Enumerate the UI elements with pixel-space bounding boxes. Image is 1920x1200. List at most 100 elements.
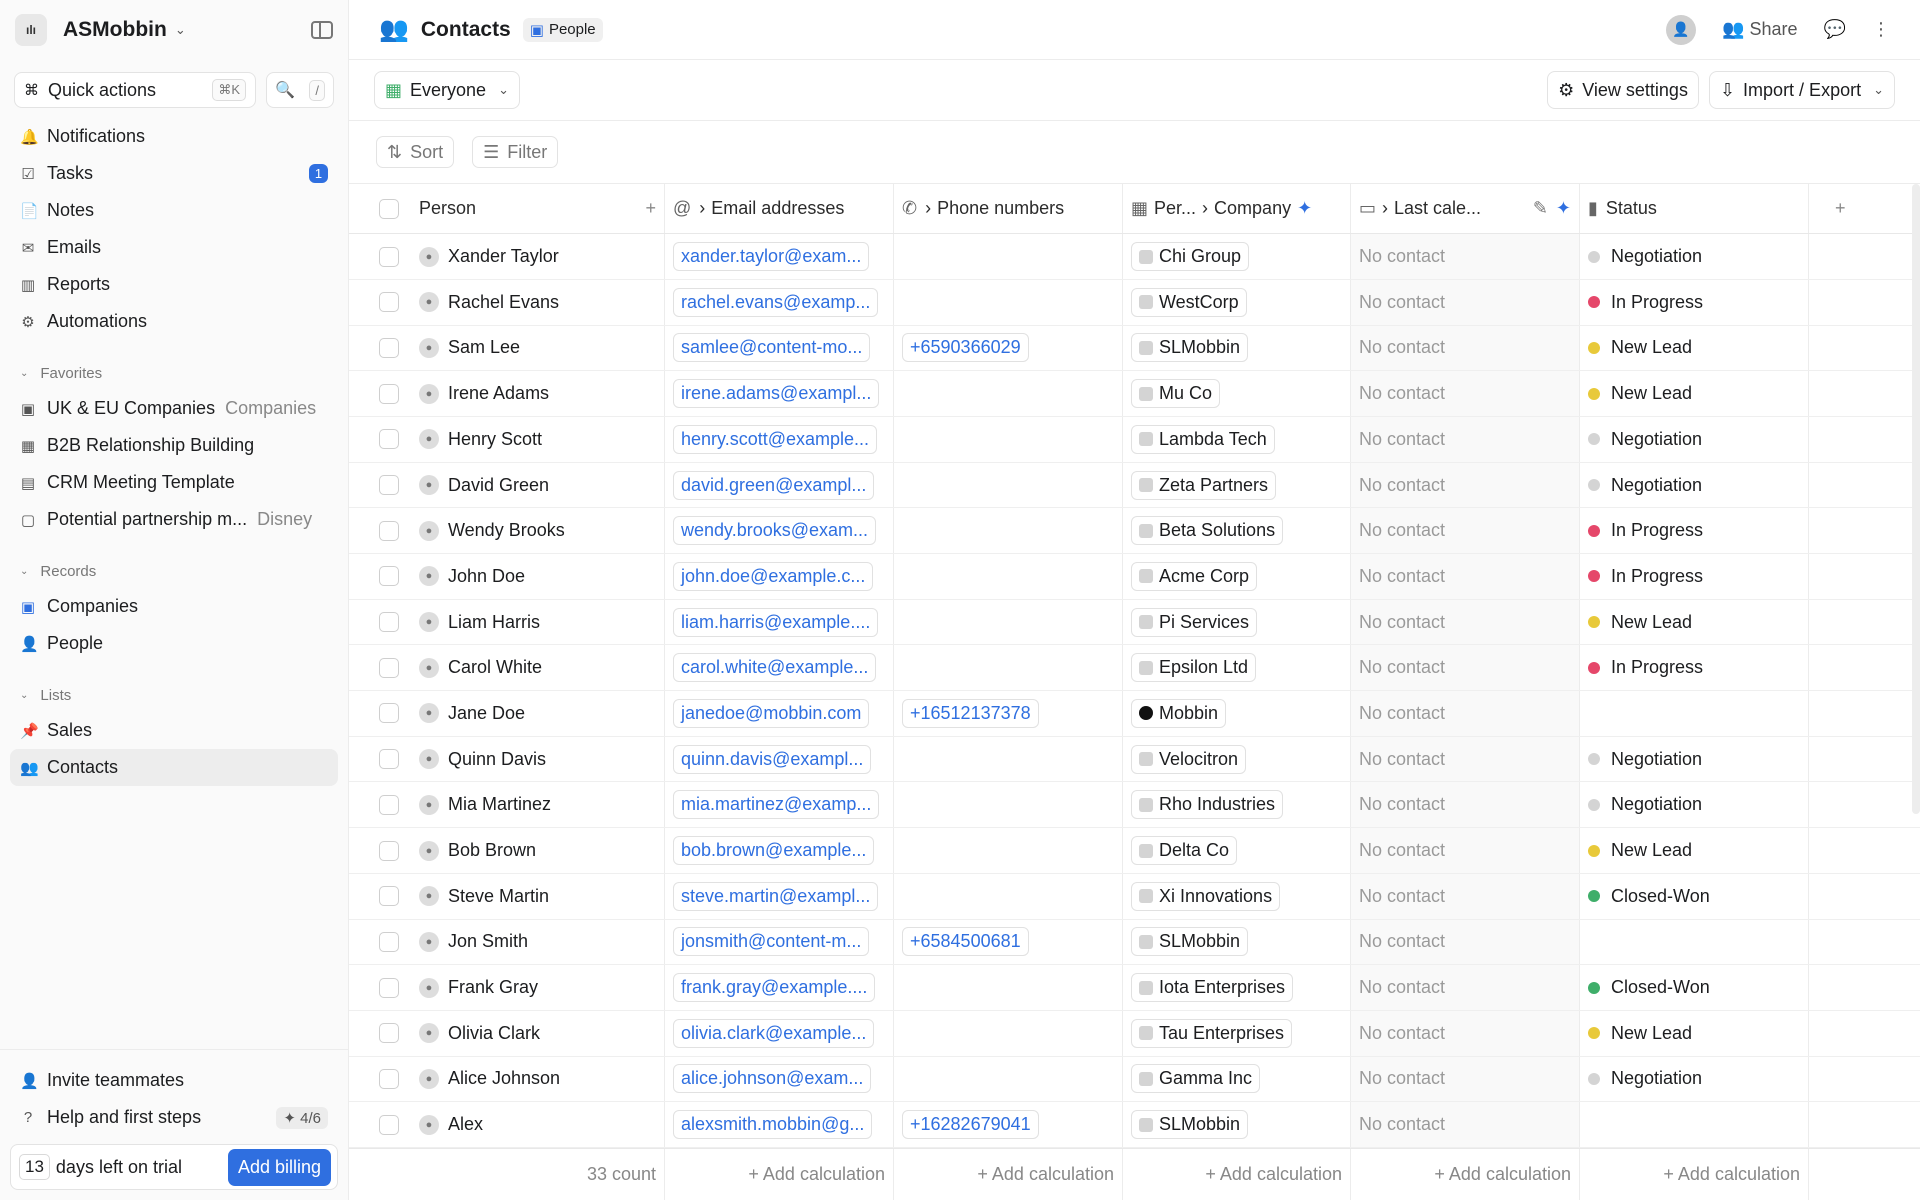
email-link[interactable]: quinn.davis@exampl...: [673, 744, 872, 774]
row-checkbox[interactable]: [379, 292, 399, 313]
cell-company[interactable]: Gamma Inc: [1123, 1056, 1351, 1102]
email-link[interactable]: janedoe@mobbin.com: [673, 698, 870, 728]
cell-status[interactable]: Closed-Won: [1580, 965, 1809, 1010]
cell-email[interactable]: liam.harris@example....: [665, 599, 894, 645]
cell-phone[interactable]: [894, 965, 1123, 1010]
email-link[interactable]: john.doe@example.c...: [673, 561, 874, 591]
cell-email[interactable]: steve.martin@exampl...: [665, 873, 894, 919]
cell-status[interactable]: Negotiation: [1580, 782, 1809, 828]
cell-status[interactable]: Closed-Won: [1580, 873, 1809, 919]
email-link[interactable]: xander.taylor@exam...: [673, 242, 870, 272]
add-person-icon[interactable]: +: [645, 198, 656, 219]
cell-phone[interactable]: [894, 782, 1123, 828]
cell-status[interactable]: New Lead: [1580, 828, 1809, 873]
cell-company[interactable]: Delta Co: [1123, 828, 1351, 873]
favorites-header[interactable]: ⌄ Favorites: [10, 356, 338, 390]
cell-phone[interactable]: [894, 554, 1123, 599]
favorites-item-0[interactable]: ▣ UK & EU Companies Companies: [10, 390, 338, 427]
object-chip[interactable]: ▣ People: [522, 17, 603, 42]
row-checkbox[interactable]: [379, 931, 399, 952]
cell-email[interactable]: quinn.davis@exampl...: [665, 736, 894, 782]
share-button[interactable]: 👥 Share: [1722, 19, 1797, 40]
table-row[interactable]: ● Liam Harris liam.harris@example.... Pi Se…: [349, 599, 1920, 646]
cell-status[interactable]: [1580, 691, 1809, 736]
email-link[interactable]: olivia.clark@example...: [673, 1018, 875, 1048]
cell-person[interactable]: ● Carol White: [349, 645, 665, 691]
cell-lastcal[interactable]: No contact: [1351, 371, 1580, 416]
cell-company[interactable]: Chi Group: [1123, 234, 1351, 279]
cell-lastcal[interactable]: No contact: [1351, 919, 1580, 965]
sort-button[interactable]: ⇅ Sort: [376, 136, 455, 169]
company-chip[interactable]: Tau Enterprises: [1131, 1018, 1293, 1048]
cell-status[interactable]: Negotiation: [1580, 1056, 1809, 1102]
table-row[interactable]: ● Alex alexsmith.mobbin@g... +16282679041 SL…: [349, 1102, 1920, 1148]
cell-lastcal[interactable]: No contact: [1351, 828, 1580, 873]
cell-company[interactable]: Xi Innovations: [1123, 873, 1351, 919]
row-checkbox[interactable]: [379, 886, 399, 907]
cell-email[interactable]: irene.adams@exampl...: [665, 371, 894, 416]
cell-person[interactable]: ● Irene Adams: [349, 371, 665, 416]
cell-email[interactable]: alexsmith.mobbin@g...: [665, 1102, 894, 1147]
add-billing-button[interactable]: Add billing: [227, 1148, 331, 1186]
email-link[interactable]: liam.harris@example....: [673, 607, 879, 637]
cell-phone[interactable]: [894, 873, 1123, 919]
table-row[interactable]: ● Jane Doe janedoe@mobbin.com +16512137378 M…: [349, 691, 1920, 737]
vertical-scrollbar[interactable]: [1912, 184, 1920, 815]
cell-person[interactable]: ● Quinn Davis: [349, 736, 665, 782]
cell-person[interactable]: ● Alex: [349, 1102, 665, 1147]
table-row[interactable]: ● Carol White carol.white@example... Epsilo…: [349, 645, 1920, 692]
company-chip[interactable]: Zeta Partners: [1131, 470, 1277, 500]
cell-lastcal[interactable]: No contact: [1351, 736, 1580, 782]
cell-lastcal[interactable]: No contact: [1351, 645, 1580, 691]
cell-company[interactable]: SLMobbin: [1123, 325, 1351, 371]
cell-company[interactable]: Iota Enterprises: [1123, 965, 1351, 1010]
cell-status[interactable]: In Progress: [1580, 279, 1809, 325]
cell-person[interactable]: ● David Green: [349, 462, 665, 508]
cell-person[interactable]: ● Frank Gray: [349, 965, 665, 1010]
table-row[interactable]: ● John Doe john.doe@example.c... Acme Corp N…: [349, 554, 1920, 600]
cell-phone[interactable]: +16512137378: [894, 691, 1123, 736]
cell-status[interactable]: Negotiation: [1580, 736, 1809, 782]
email-link[interactable]: carol.white@example...: [673, 653, 877, 683]
company-chip[interactable]: Iota Enterprises: [1131, 973, 1294, 1003]
add-column-button[interactable]: +: [1809, 184, 1920, 233]
cell-company[interactable]: Epsilon Ltd: [1123, 645, 1351, 691]
company-chip[interactable]: SLMobbin: [1131, 333, 1249, 363]
email-link[interactable]: henry.scott@example...: [673, 424, 878, 454]
company-chip[interactable]: Chi Group: [1131, 242, 1250, 272]
cell-lastcal[interactable]: No contact: [1351, 508, 1580, 554]
cell-email[interactable]: henry.scott@example...: [665, 416, 894, 462]
company-chip[interactable]: Epsilon Ltd: [1131, 653, 1257, 683]
table-row[interactable]: ● Steve Martin steve.martin@exampl... Xi In…: [349, 873, 1920, 920]
row-checkbox[interactable]: [379, 475, 399, 496]
cell-email[interactable]: jonsmith@content-m...: [665, 919, 894, 965]
company-chip[interactable]: Velocitron: [1131, 744, 1247, 774]
lists-header[interactable]: ⌄ Lists: [10, 678, 338, 712]
col-company[interactable]: ▦ Per... › Company ✦: [1123, 184, 1351, 234]
company-chip[interactable]: Beta Solutions: [1131, 516, 1284, 546]
cell-email[interactable]: wendy.brooks@exam...: [665, 508, 894, 554]
cell-phone[interactable]: [894, 508, 1123, 554]
help-first-steps[interactable]: ? Help and first steps ✦ 4/6: [10, 1099, 338, 1136]
nav-notes[interactable]: 📄 Notes: [10, 192, 338, 229]
company-chip[interactable]: Lambda Tech: [1131, 424, 1275, 454]
cell-phone[interactable]: [894, 645, 1123, 691]
cell-company[interactable]: Pi Services: [1123, 599, 1351, 645]
row-checkbox[interactable]: [379, 1068, 399, 1089]
row-checkbox[interactable]: [379, 612, 399, 633]
table-row[interactable]: ● Quinn Davis quinn.davis@exampl... Velocit…: [349, 736, 1920, 783]
cell-person[interactable]: ● Jane Doe: [349, 691, 665, 736]
cell-email[interactable]: samlee@content-mo...: [665, 325, 894, 371]
company-chip[interactable]: Mu Co: [1131, 379, 1221, 409]
cell-status[interactable]: In Progress: [1580, 554, 1809, 599]
cell-lastcal[interactable]: No contact: [1351, 965, 1580, 1010]
cell-company[interactable]: Mobbin: [1123, 691, 1351, 736]
cell-status[interactable]: In Progress: [1580, 645, 1809, 691]
cell-person[interactable]: ● Olivia Clark: [349, 1010, 665, 1056]
col-lastcal[interactable]: ▭ › Last cale... ✎ ✦: [1351, 184, 1580, 234]
row-checkbox[interactable]: [379, 520, 399, 541]
email-link[interactable]: bob.brown@example...: [673, 836, 875, 866]
email-link[interactable]: frank.gray@example....: [673, 973, 876, 1003]
cell-email[interactable]: olivia.clark@example...: [665, 1010, 894, 1056]
row-checkbox[interactable]: [379, 1114, 399, 1135]
